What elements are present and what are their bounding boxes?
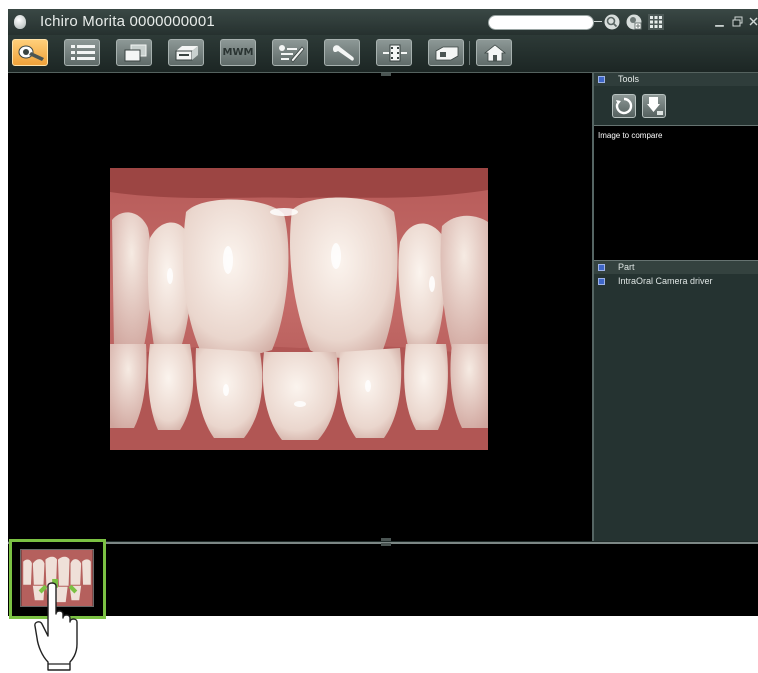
patient-title: Ichiro Morita 0000000001 (40, 13, 215, 30)
right-panel: Tools Image to compare Part IntraOral Ca… (592, 73, 758, 541)
save-download-icon (647, 97, 663, 115)
restore-icon[interactable] (732, 16, 743, 27)
title-bar: Ichiro Morita 0000000001 ▁ (8, 9, 758, 35)
list-icon (71, 45, 95, 60)
search-input[interactable] (488, 15, 594, 30)
search-divider (594, 21, 602, 22)
intraoral-image[interactable] (110, 168, 488, 450)
mwm-button[interactable]: MWM (220, 39, 256, 66)
rotate-icon (615, 97, 633, 115)
device-button[interactable] (428, 39, 464, 66)
tree-item-label: IntraOral Camera driver (618, 276, 713, 286)
home-icon (483, 44, 507, 62)
collapse-icon[interactable] (598, 76, 605, 83)
list-button[interactable] (64, 39, 100, 66)
tools-label: Tools (618, 74, 640, 84)
tree-item-label: Part (618, 262, 635, 272)
tools-header[interactable]: Tools (594, 73, 758, 86)
tree-item-part[interactable]: Part (594, 261, 758, 274)
thumbnail-strip (8, 539, 758, 619)
mwm-label: MWM (222, 47, 254, 58)
rotate-button[interactable] (612, 94, 636, 118)
print-button[interactable] (168, 39, 204, 66)
settings-button[interactable] (324, 39, 360, 66)
layers-button[interactable] (116, 39, 152, 66)
edit-button[interactable] (272, 39, 308, 66)
save-button[interactable] (642, 94, 666, 118)
compare-label: Image to compare (598, 131, 663, 140)
tree-item-camera-driver[interactable]: IntraOral Camera driver (594, 275, 758, 288)
add-patient-icon[interactable] (626, 14, 642, 30)
magnifier-icon[interactable] (604, 14, 620, 30)
expand-icon[interactable] (598, 264, 605, 271)
splitter-handle-strip[interactable] (381, 543, 391, 546)
camera-button[interactable] (12, 39, 48, 66)
image-viewer[interactable] (8, 73, 592, 541)
printer-icon (175, 46, 198, 61)
splitter-handle-top[interactable] (381, 73, 391, 76)
wrench-icon (333, 45, 354, 61)
pen-edit-icon (279, 45, 305, 63)
grid-view-icon[interactable] (648, 14, 664, 30)
close-icon[interactable] (748, 16, 758, 27)
compare-area[interactable]: Image to compare (594, 125, 758, 261)
film-export-icon (383, 44, 407, 62)
device-icon (435, 46, 459, 61)
splitter-handle-bottom[interactable] (381, 538, 391, 541)
intraoral-camera-icon (18, 45, 44, 61)
expand-icon[interactable] (598, 278, 605, 285)
pointer-hand-icon (34, 582, 78, 671)
minimize-icon[interactable]: ▁ (714, 16, 725, 27)
layers-icon (124, 44, 147, 62)
app-window: Ichiro Morita 0000000001 ▁ MWM Tools Ima… (8, 9, 758, 619)
toolbar-divider (469, 41, 470, 65)
export-button[interactable] (376, 39, 412, 66)
app-logo-icon (14, 15, 26, 29)
main-toolbar: MWM (8, 35, 758, 73)
home-button[interactable] (476, 39, 512, 66)
